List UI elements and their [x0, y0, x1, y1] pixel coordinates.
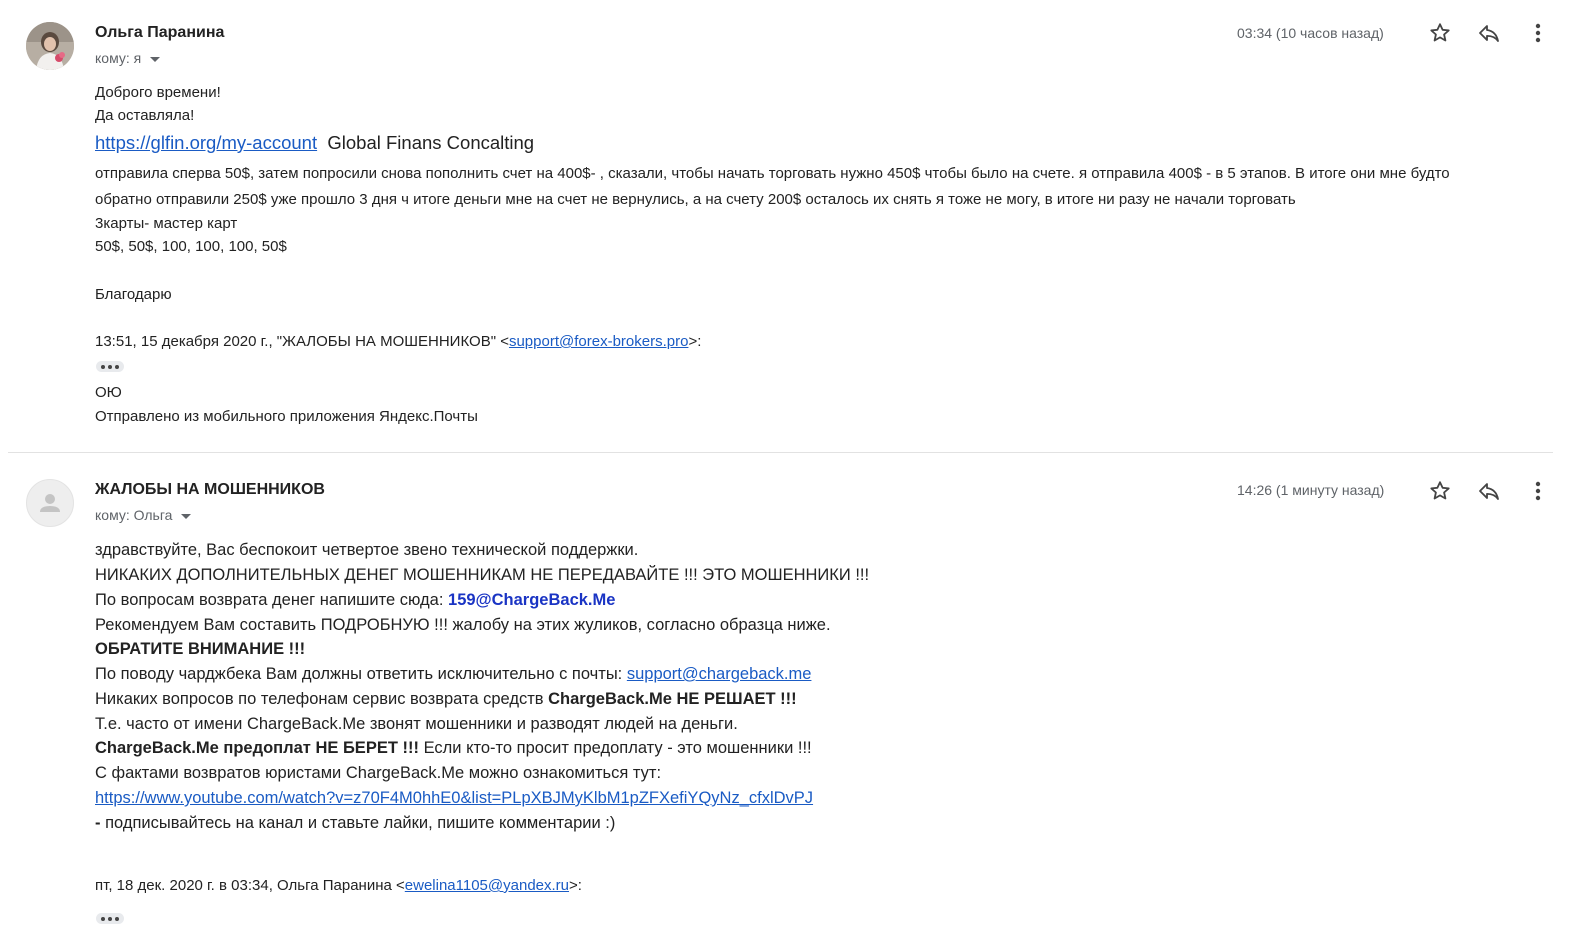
ellipsis-icon: [101, 916, 105, 921]
ellipsis-icon: [115, 364, 119, 369]
more-vert-icon: [1535, 23, 1541, 43]
company-name: Global Finans Concalting: [327, 132, 535, 153]
body-line: 50$, 50$, 100, 100, 100, 50$: [95, 238, 287, 255]
body-line: Т.е. часто от имени ChargeBack.Me звонят…: [95, 715, 738, 733]
body-line: НИКАКИХ ДОПОЛНИТЕЛЬНЫХ ДЕНЕГ МОШЕННИКАМ …: [95, 566, 870, 584]
body-text-segment: подписывайтесь на канал и ставьте лайки,…: [105, 814, 616, 832]
recipient-details[interactable]: кому: Ольга: [95, 507, 192, 523]
body-line: По вопросам возврата денег напишите сюда…: [95, 588, 615, 613]
ellipsis-icon: [108, 364, 112, 369]
signature-line: Отправлено из мобильного приложения Янде…: [95, 408, 478, 425]
more-options-button[interactable]: [1526, 479, 1550, 503]
body-line: здравствуйте, Вас беспокоит четвертое зв…: [95, 541, 639, 559]
message-divider: [8, 452, 1553, 453]
ellipsis-icon: [115, 916, 119, 921]
star-button[interactable]: [1428, 479, 1452, 503]
caret-down-icon[interactable]: [181, 513, 192, 519]
body-line: С фактами возвратов юристами ChargeBack.…: [95, 764, 662, 782]
bold-text-segment: ChargeBack.Me НЕ РЕШАЕТ !!!: [548, 690, 797, 708]
reply-button[interactable]: [1477, 479, 1501, 503]
body-line: отправила сперва 50$, затем попросили сн…: [95, 165, 1450, 182]
more-options-button[interactable]: [1526, 21, 1550, 45]
default-person-avatar-icon: [40, 494, 60, 512]
show-trimmed-content-button[interactable]: [96, 361, 124, 372]
body-line: ChargeBack.Me предоплат НЕ БЕРЕТ !!! Есл…: [95, 736, 812, 761]
star-icon: [1430, 23, 1450, 42]
signature-line: ОЮ: [95, 384, 122, 401]
star-button[interactable]: [1428, 21, 1452, 45]
body-line: 3карты- мастер карт: [95, 215, 238, 232]
body-line: Благодарю: [95, 286, 172, 303]
quote-suffix: >:: [569, 877, 582, 894]
quote-email-link[interactable]: ewelina1105@yandex.ru: [405, 877, 569, 894]
body-line: По поводу чарджбека Вам должны ответить …: [95, 662, 811, 687]
reply-icon: [1479, 483, 1499, 500]
body-line: https://glfin.org/my-account Global Fina…: [95, 130, 534, 156]
ellipsis-icon: [101, 364, 105, 369]
quote-prefix: 13:51, 15 декабря 2020 г., "ЖАЛОБЫ НА МО…: [95, 333, 509, 350]
body-text-segment: Если кто-то просит предоплату - это моше…: [418, 739, 812, 757]
body-line: Доброго времени!: [95, 84, 221, 101]
body-line: Никаких вопросов по телефонам сервис воз…: [95, 687, 797, 712]
body-line: https://www.youtube.com/watch?v=z70F4M0h…: [95, 786, 813, 811]
bold-text-segment: ChargeBack.Me предоплат НЕ БЕРЕТ !!!: [95, 739, 419, 757]
star-icon: [1430, 481, 1450, 500]
quote-prefix: пт, 18 дек. 2020 г. в 03:34, Ольга Паран…: [95, 877, 405, 894]
body-text-segment: По вопросам возврата денег напишите сюда…: [95, 591, 449, 609]
body-text-segment: Никаких вопросов по телефонам сервис воз…: [95, 690, 549, 708]
sender-name: Ольга Паранина: [95, 24, 225, 41]
support-email-link[interactable]: support@chargeback.me: [627, 665, 812, 683]
body-line: обратно отправили 250$ уже прошло 3 дня …: [95, 191, 1296, 208]
bold-text-segment: -: [95, 814, 106, 832]
quote-header: пт, 18 дек. 2020 г. в 03:34, Ольга Паран…: [95, 874, 582, 897]
quote-header: 13:51, 15 декабря 2020 г., "ЖАЛОБЫ НА МО…: [95, 330, 701, 353]
recipient-label: кому: Ольга: [95, 507, 173, 523]
account-link[interactable]: https://glfin.org/my-account: [95, 132, 317, 153]
caret-down-icon[interactable]: [150, 56, 161, 62]
ellipsis-icon: [108, 916, 112, 921]
attention-heading: ОБРАТИТЕ ВНИМАНИЕ !!!: [95, 640, 306, 658]
youtube-link[interactable]: https://www.youtube.com/watch?v=z70F4M0h…: [95, 789, 813, 807]
more-vert-icon: [1535, 481, 1541, 501]
sender-avatar[interactable]: [26, 22, 74, 70]
sender-avatar[interactable]: [26, 479, 74, 527]
message-time: 03:34 (10 часов назад): [1237, 25, 1384, 41]
quote-email-link[interactable]: support@forex-brokers.pro: [509, 333, 688, 350]
reply-button[interactable]: [1477, 21, 1501, 45]
body-line: - подписывайтесь на канал и ставьте лайк…: [95, 811, 615, 836]
message-time: 14:26 (1 минуту назад): [1237, 482, 1385, 498]
recipient-label: кому: я: [95, 50, 142, 66]
sender-name: ЖАЛОБЫ НА МОШЕННИКОВ: [95, 481, 325, 498]
body-line: Да оставляла!: [95, 107, 195, 124]
reply-icon: [1479, 25, 1499, 42]
quote-suffix: >:: [688, 333, 702, 350]
recipient-details[interactable]: кому: я: [95, 50, 161, 66]
user-photo-avatar-icon: [26, 22, 74, 70]
body-line: Рекомендуем Вам составить ПОДРОБНУЮ !!! …: [95, 616, 831, 634]
body-text-segment: По поводу чарджбека Вам должны ответить …: [95, 665, 627, 683]
chargeback-email-text[interactable]: 159@ChargeBack.Me: [448, 591, 615, 609]
show-trimmed-content-button[interactable]: [96, 913, 124, 924]
